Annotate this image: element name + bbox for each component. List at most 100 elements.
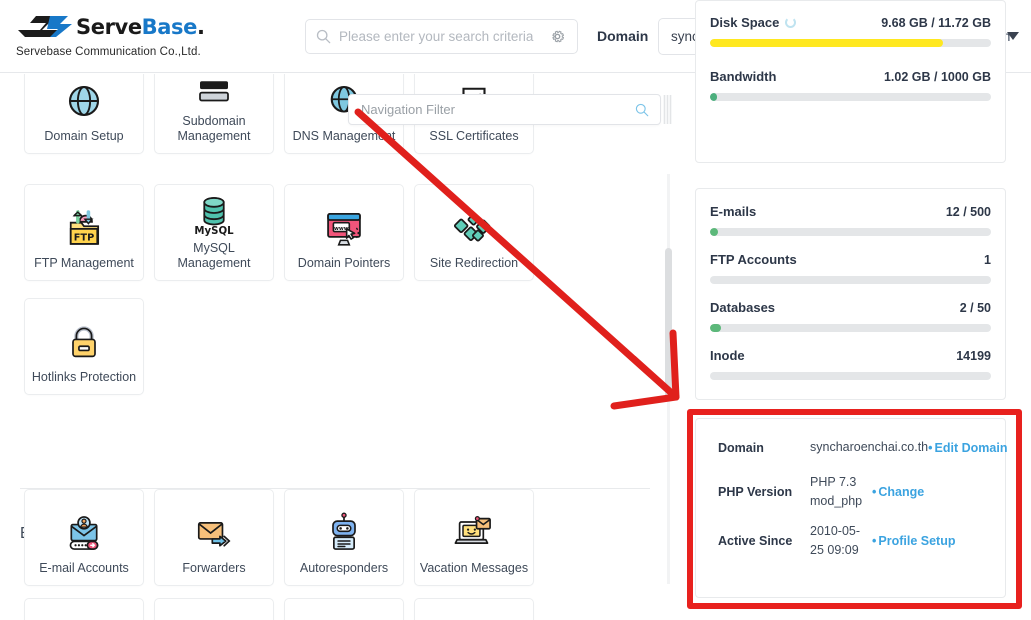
hotlinks-protection-icon [62, 314, 106, 370]
tile-label: FTP Management [34, 255, 134, 270]
tile-email-accounts[interactable]: E-mail Accounts [24, 489, 144, 586]
email-tiles-row-1: E-mail Accounts Forwarders Autoresponder… [24, 489, 534, 586]
resource-value: 12 / 500 [945, 204, 991, 219]
autoresponders-icon [322, 505, 366, 561]
tile-spam-filter[interactable]: SPAM [24, 598, 144, 620]
main-scrollbar-thumb[interactable] [665, 248, 672, 400]
tile-label: DNS Management [292, 128, 396, 143]
resource-item-ftp-accounts: FTP Accounts 1 [696, 236, 1005, 284]
profile-setup-link[interactable]: • Profile Setup [872, 534, 955, 548]
resource-label: Databases [710, 300, 776, 315]
navigation-filter-input[interactable] [349, 101, 635, 118]
main-content: Domain Setup Subdomain Management DNS Ma… [0, 74, 676, 620]
tile-label: Autoresponders [299, 560, 389, 575]
link-label: Profile Setup [878, 534, 956, 549]
brand-wordmark: ServeBase. [76, 15, 205, 39]
svg-text:MySQL: MySQL [194, 226, 234, 236]
resource-progress-bar [710, 372, 991, 380]
servebase-logo-mark [18, 16, 72, 37]
tile-label: E-mail Accounts [39, 560, 129, 575]
quota-value: 9.68 GB / 11.72 GB [881, 15, 991, 30]
resource-item-emails: E-mails 12 / 500 [696, 189, 1005, 236]
resource-item-inode: Inode 14199 [696, 332, 1005, 380]
tile-label: Site Redirection [429, 255, 519, 270]
tile-autoresponders[interactable]: Autoresponders [284, 489, 404, 586]
tile-mailing-list[interactable] [154, 598, 274, 620]
resource-label: Inode [710, 348, 745, 363]
tile-label: Hotlinks Protection [31, 369, 137, 384]
quota-label: Bandwidth [710, 69, 777, 84]
navigation-filter-scrollbar[interactable] [663, 94, 672, 125]
global-search[interactable] [305, 19, 578, 54]
resource-progress-bar [710, 228, 991, 236]
quota-panel: Disk Space 9.68 GB / 11.72 GB Bandwidth … [695, 0, 1006, 163]
row-value: 2010-05-25 09:09 [810, 523, 861, 558]
row-key: Domain [718, 441, 764, 455]
change-php-version-link[interactable]: • Change [872, 485, 924, 499]
email-accounts-icon [62, 505, 106, 561]
domain-setup-icon [63, 74, 105, 129]
brand-dot: . [196, 15, 205, 39]
brand-base-text: Base [141, 15, 198, 39]
svg-text:FTP: FTP [74, 232, 94, 243]
search-input[interactable] [331, 29, 544, 44]
quota-item-disk-space: Disk Space 9.68 GB / 11.72 GB [696, 1, 1005, 47]
tile-subdomain-management[interactable]: Subdomain Management [154, 74, 274, 154]
tile-vacation-messages[interactable]: Vacation Messages [414, 489, 534, 586]
quota-progress-bar [710, 39, 991, 47]
quota-label: Disk Space [710, 15, 780, 30]
domain-pointers-icon: www [321, 200, 367, 256]
user-menu-chevron-down-icon[interactable] [1007, 32, 1019, 40]
forwarders-icon [192, 505, 236, 561]
brand-logo: ServeBase. Servebase Communication Co.,L… [16, 10, 226, 58]
gear-icon[interactable] [544, 24, 570, 50]
quota-value: 1.02 GB / 1000 GB [883, 69, 991, 84]
tile-ftp-management[interactable]: FTP FTP Management [24, 184, 144, 281]
tile-site-redirection[interactable]: Site Redirection [414, 184, 534, 281]
domain-tiles-row-3: Hotlinks Protection [24, 298, 144, 395]
link-label: Edit Domain [934, 441, 1008, 455]
loading-spinner-icon [785, 17, 797, 28]
domain-info-row: Active Since 2010-05-25 09:09 • Profile S… [718, 522, 989, 561]
tile-email-settings[interactable] [284, 598, 404, 620]
resource-item-databases: Databases 2 / 50 [696, 284, 1005, 332]
mysql-management-icon: MySQL [191, 185, 237, 241]
tile-label: MySQL Management [177, 241, 251, 270]
tile-label: Domain Pointers [297, 255, 391, 270]
resource-value: 2 / 50 [959, 300, 991, 315]
tile-label: Subdomain Management [177, 114, 251, 143]
vacation-messages-icon [452, 505, 496, 561]
brand-subtitle: Servebase Communication Co.,Ltd. [16, 46, 201, 58]
tile-label: Domain Setup [44, 128, 124, 143]
tile-forwarders[interactable]: Forwarders [154, 489, 274, 586]
subdomain-management-icon [193, 74, 235, 114]
tile-hotlinks-protection[interactable]: Hotlinks Protection [24, 298, 144, 395]
tile-domain-pointers[interactable]: www Domain Pointers [284, 184, 404, 281]
navigation-filter[interactable] [348, 94, 661, 125]
domain-info-row: Domain syncharoenchai.co.th • Edit Domain [718, 433, 1007, 463]
resource-progress-bar [710, 276, 991, 284]
email-tiles-row-2: SPAM [24, 598, 534, 620]
site-redirection-icon [451, 200, 497, 256]
domain-label: Domain [597, 28, 649, 44]
edit-domain-link[interactable]: • Edit Domain [928, 441, 1007, 455]
resources-panel: E-mails 12 / 500 FTP Accounts 1 Database… [695, 188, 1006, 400]
row-key: Active Since [718, 534, 793, 549]
quota-item-bandwidth: Bandwidth 1.02 GB / 1000 GB [696, 47, 1005, 101]
row-value: syncharoenchai.co.th [810, 440, 929, 455]
brand-serve-text: Serve [76, 15, 142, 39]
resource-label: FTP Accounts [710, 252, 797, 267]
domain-info-row: PHP Version PHP 7.3 mod_php • Change [718, 473, 989, 512]
domain-info-panel: Domain syncharoenchai.co.th • Edit Domain… [695, 418, 1007, 598]
tile-label: Vacation Messages [419, 560, 529, 575]
row-value: PHP 7.3 mod_php [810, 475, 863, 509]
row-key: PHP Version [718, 485, 793, 500]
search-icon[interactable] [635, 103, 649, 117]
search-icon [316, 29, 331, 44]
tile-domain-setup[interactable]: Domain Setup [24, 74, 144, 154]
tile-webmail[interactable] [414, 598, 534, 620]
domain-tiles-row-2: FTP FTP Management MySQL MySQL Managemen… [24, 184, 534, 281]
tile-label: SSL Certificates [429, 128, 519, 143]
tile-mysql-management[interactable]: MySQL MySQL Management [154, 184, 274, 281]
quota-progress-bar [710, 93, 991, 101]
